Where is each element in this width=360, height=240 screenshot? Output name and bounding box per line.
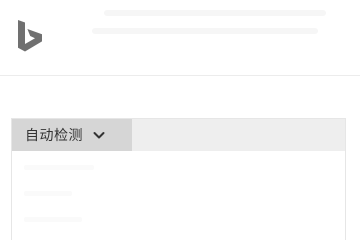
header bbox=[0, 0, 360, 76]
page: 自动检测 bbox=[0, 0, 360, 240]
header-faded-line bbox=[104, 10, 326, 16]
faded-placeholder-line bbox=[24, 165, 94, 170]
faded-placeholder-line bbox=[24, 217, 82, 222]
source-language-label: 自动检测 bbox=[25, 128, 83, 144]
source-toolbar: 自动检测 bbox=[12, 119, 345, 151]
source-language-dropdown[interactable]: 自动检测 bbox=[12, 119, 132, 151]
header-faded-line bbox=[92, 28, 318, 34]
bing-logo-icon[interactable] bbox=[14, 17, 54, 57]
translator-panel: 自动检测 bbox=[11, 118, 346, 240]
chevron-down-icon bbox=[93, 132, 105, 139]
faded-placeholder-line bbox=[24, 191, 72, 196]
